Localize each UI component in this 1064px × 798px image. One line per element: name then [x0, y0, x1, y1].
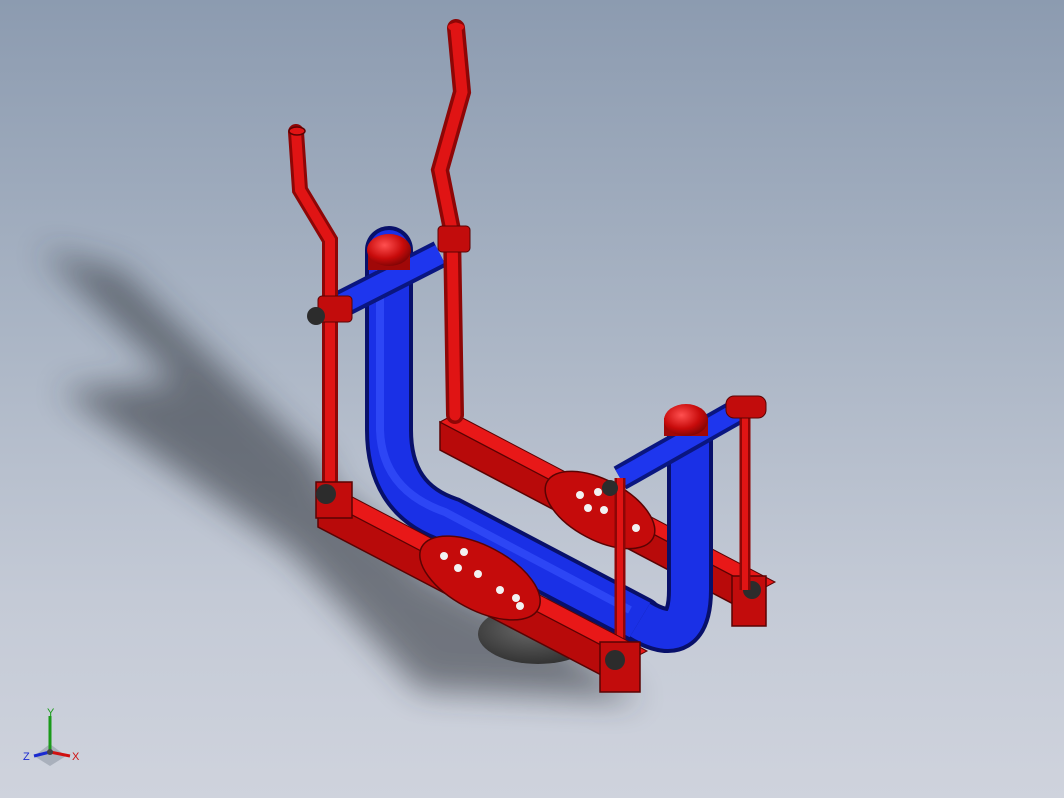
x-axis-label: X [72, 751, 80, 763]
pivot-collar-right [437, 225, 471, 253]
elliptical-trainer-model[interactable] [0, 0, 1064, 798]
triad-origin [47, 749, 53, 755]
orientation-triad: Y X Z [23, 707, 80, 766]
top-cap-rear [367, 234, 411, 270]
y-axis-label: Y [47, 707, 55, 719]
top-cap-front [664, 404, 708, 436]
graphics-viewport[interactable]: Y X Z [0, 0, 1064, 798]
pivot-collar-left [307, 295, 353, 325]
right-handle-arm [430, 19, 472, 424]
z-axis-label: Z [23, 751, 30, 763]
